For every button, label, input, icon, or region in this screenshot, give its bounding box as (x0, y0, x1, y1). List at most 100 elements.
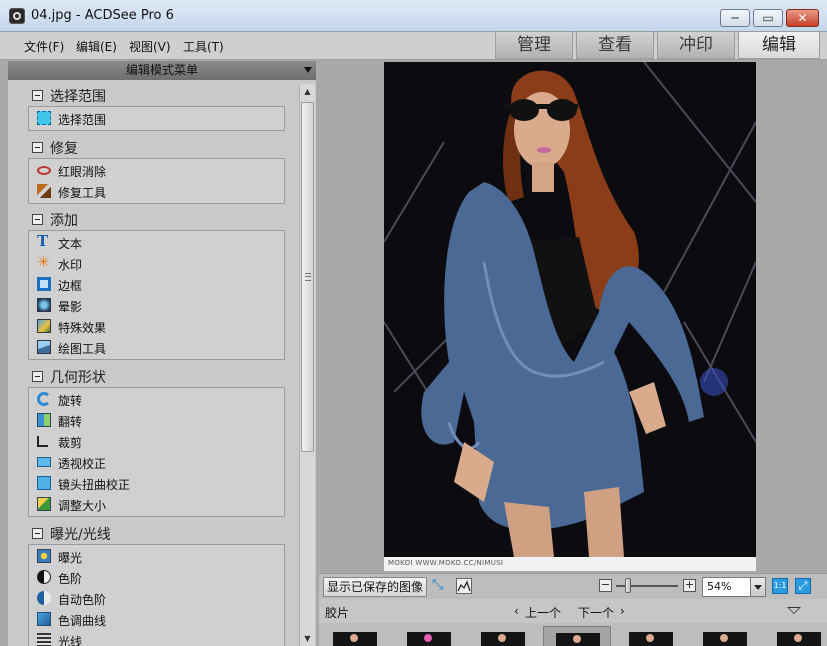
menu-item-repair-tool[interactable]: 修复工具 (29, 181, 284, 202)
collapse-icon[interactable] (32, 528, 43, 539)
section-header[interactable]: 选择范围 (28, 86, 285, 106)
menu-item-drawing-tools[interactable]: 绘图工具 (29, 337, 284, 358)
section-items: 红眼消除 修复工具 (28, 158, 285, 204)
tab-develop[interactable]: 冲印 (657, 31, 735, 59)
menu-edit[interactable]: 编辑(E) (76, 38, 117, 55)
item-label: 色调曲线 (58, 614, 107, 628)
grip-icon (305, 273, 311, 281)
section-exposure: 曝光/光线 曝光 色阶 自动色阶 色调曲线 光线 (28, 524, 285, 646)
menu-item-exposure[interactable]: 曝光 (29, 546, 284, 567)
menu-item-special-effects[interactable]: 特殊效果 (29, 316, 284, 337)
collapse-icon[interactable] (32, 214, 43, 225)
menu-item-levels[interactable]: 色阶 (29, 567, 284, 588)
menu-item-watermark[interactable]: ✳ 水印 (29, 253, 284, 274)
prev-button[interactable]: 上一个 (525, 604, 561, 621)
zoom-in-button[interactable]: + (683, 579, 696, 592)
compare-icon[interactable]: ⤡ (432, 578, 448, 594)
menu-tools[interactable]: 工具(T) (183, 38, 224, 55)
filmstrip-thumbnail[interactable] (543, 626, 611, 646)
thumbnail-image (481, 632, 525, 646)
auto-levels-icon (37, 591, 51, 605)
menu-view[interactable]: 视图(V) (129, 38, 171, 55)
section-items: T 文本 ✳ 水印 边框 晕影 特殊效果 绘图工具 (28, 230, 285, 360)
section-header[interactable]: 添加 (28, 210, 285, 230)
item-label: 文本 (58, 237, 83, 251)
tab-edit[interactable]: 编辑 (738, 31, 820, 59)
item-label: 光线 (58, 635, 83, 646)
thumbnail-subject (720, 634, 728, 642)
menu-item-vignette[interactable]: 晕影 (29, 295, 284, 316)
menu-item-crop[interactable]: 裁剪 (29, 431, 284, 452)
collapse-icon[interactable] (32, 90, 43, 101)
section-items: 曝光 色阶 自动色阶 色调曲线 光线 (28, 544, 285, 646)
item-label: 自动色阶 (58, 593, 107, 607)
section-title: 几何形状 (50, 370, 106, 386)
minimize-button[interactable]: ─ (720, 9, 750, 27)
collapse-icon[interactable] (32, 371, 43, 382)
menu-item-auto-levels[interactable]: 自动色阶 (29, 588, 284, 609)
menu-item-light[interactable]: 光线 (29, 630, 284, 646)
show-saved-image-button[interactable]: 显示已保存的图像 (323, 577, 427, 597)
filmstrip-thumbnail[interactable] (321, 626, 389, 646)
panel-dropdown-icon[interactable] (304, 67, 312, 73)
menu-item-perspective[interactable]: 透视校正 (29, 452, 284, 473)
zoom-level-select[interactable]: 54% (702, 577, 766, 597)
image-preview-area: MOKOI WWW.MOKO.CC/NIMUSI (319, 61, 827, 573)
close-button[interactable]: ✕ (786, 9, 819, 27)
menu-item-resize[interactable]: 调整大小 (29, 494, 284, 515)
expand-filmstrip-icon[interactable] (787, 607, 801, 614)
menu-item-red-eye[interactable]: 红眼消除 (29, 160, 284, 181)
menu-file[interactable]: 文件(F) (24, 38, 64, 55)
fit-image-icon[interactable]: ⤢ (795, 578, 811, 594)
acdsee-app-icon[interactable] (9, 8, 25, 24)
item-label: 色阶 (58, 572, 83, 586)
title-bar: 04.jpg - ACDSee Pro 6 ─ ▭ ✕ (0, 0, 827, 32)
photo-04-jpg[interactable]: MOKOI WWW.MOKO.CC/NIMUSI (384, 62, 756, 571)
item-label: 调整大小 (58, 499, 107, 513)
item-label: 修复工具 (58, 186, 107, 200)
item-label: 翻转 (58, 415, 83, 429)
section-header[interactable]: 几何形状 (28, 367, 285, 387)
scroll-up-icon[interactable]: ▲ (300, 84, 315, 99)
thumbnail-subject (350, 634, 358, 642)
tab-manage[interactable]: 管理 (495, 31, 573, 59)
menu-item-selection[interactable]: 选择范围 (29, 108, 284, 129)
histogram-icon[interactable] (456, 578, 472, 594)
actual-size-button[interactable]: 1:1 (772, 578, 788, 594)
menu-item-tone-curve[interactable]: 色调曲线 (29, 609, 284, 630)
next-arrow-icon[interactable]: › (620, 604, 625, 618)
menu-item-lens-distortion[interactable]: 镜头扭曲校正 (29, 473, 284, 494)
chevron-down-icon[interactable] (750, 578, 765, 596)
filmstrip-thumbnail[interactable] (691, 626, 759, 646)
section-header[interactable]: 修复 (28, 138, 285, 158)
menu-item-rotate[interactable]: 旋转 (29, 389, 284, 410)
resize-icon (37, 497, 51, 511)
zoom-slider-thumb[interactable] (624, 578, 631, 593)
maximize-button[interactable]: ▭ (753, 9, 783, 27)
collapse-icon[interactable] (32, 142, 43, 153)
menu-item-flip[interactable]: 翻转 (29, 410, 284, 431)
next-button[interactable]: 下一个 (578, 604, 614, 621)
scrollbar-thumb[interactable] (301, 102, 314, 452)
border-icon (37, 277, 51, 291)
exposure-icon (37, 549, 51, 563)
item-label: 选择范围 (58, 113, 107, 127)
filmstrip-thumbnail[interactable] (395, 626, 463, 646)
item-label: 曝光 (58, 551, 83, 565)
thumbnail-image (333, 632, 377, 646)
section-header[interactable]: 曝光/光线 (28, 524, 285, 544)
tab-view[interactable]: 查看 (576, 31, 654, 59)
watermark-text: MOKOI WWW.MOKO.CC/NIMUSI (388, 559, 504, 567)
section-title: 修复 (50, 141, 78, 157)
prev-arrow-icon[interactable]: ‹ (514, 604, 519, 618)
filmstrip-thumbnail[interactable] (469, 626, 537, 646)
panel-scrollbar[interactable]: ▲ ▼ (299, 84, 315, 646)
panel-header-title: 编辑模式菜单 (125, 63, 198, 77)
filmstrip-thumbnail[interactable] (617, 626, 685, 646)
zoom-out-button[interactable]: − (599, 579, 612, 592)
flip-icon (37, 413, 51, 427)
menu-item-text[interactable]: T 文本 (29, 232, 284, 253)
menu-item-border[interactable]: 边框 (29, 274, 284, 295)
scroll-down-icon[interactable]: ▼ (300, 631, 315, 646)
filmstrip-thumbnail[interactable] (765, 626, 827, 646)
